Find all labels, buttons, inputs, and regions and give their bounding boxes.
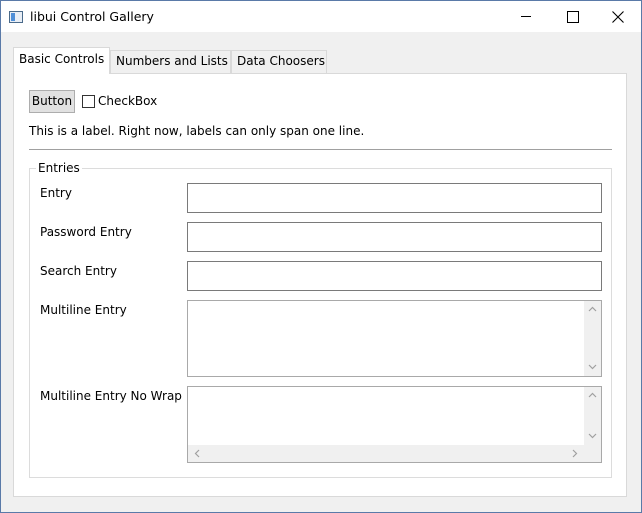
- demo-checkbox[interactable]: [82, 95, 95, 108]
- chevron-up-icon[interactable]: [588, 306, 597, 312]
- tab-basic-controls[interactable]: Basic Controls: [13, 47, 110, 74]
- window-title: libui Control Gallery: [30, 9, 154, 24]
- vertical-scrollbar[interactable]: [584, 301, 601, 376]
- chevron-down-icon[interactable]: [588, 364, 597, 370]
- info-label: This is a label. Right now, labels can o…: [29, 124, 365, 138]
- multiline-nowrap-field[interactable]: [187, 386, 602, 463]
- search-entry-field[interactable]: [187, 261, 602, 291]
- entries-group-title: Entries: [36, 161, 82, 175]
- vertical-scrollbar[interactable]: [584, 387, 601, 445]
- maximize-button[interactable]: [549, 1, 595, 32]
- close-icon: [612, 11, 624, 23]
- checkbox-label[interactable]: CheckBox: [98, 94, 157, 108]
- entry-field[interactable]: [187, 183, 602, 213]
- multiline-entry-field[interactable]: [187, 300, 602, 377]
- tab-label: Data Choosers: [237, 54, 325, 68]
- app-window-icon: [9, 11, 23, 23]
- multiline-nowrap-label: Multiline Entry No Wrap: [40, 389, 182, 403]
- close-button[interactable]: [595, 1, 641, 32]
- chevron-down-icon[interactable]: [588, 433, 597, 439]
- tab-label: Numbers and Lists: [116, 54, 228, 68]
- password-entry-field[interactable]: [187, 222, 602, 252]
- scrollbar-corner: [584, 445, 601, 462]
- horizontal-separator: [29, 149, 612, 150]
- entry-label: Entry: [40, 186, 72, 200]
- app-window: libui Control Gallery Basic Controls Num…: [0, 0, 642, 513]
- search-entry-label: Search Entry: [40, 264, 117, 278]
- chevron-up-icon[interactable]: [588, 392, 597, 398]
- title-bar[interactable]: libui Control Gallery: [1, 1, 641, 32]
- demo-button[interactable]: Button: [29, 90, 75, 113]
- chevron-right-icon[interactable]: [572, 449, 578, 458]
- tab-data-choosers[interactable]: Data Choosers: [231, 50, 327, 73]
- chevron-left-icon[interactable]: [194, 449, 200, 458]
- tab-label: Basic Controls: [19, 52, 105, 66]
- multiline-entry-label: Multiline Entry: [40, 303, 127, 317]
- horizontal-scrollbar[interactable]: [188, 445, 584, 462]
- tab-numbers-and-lists[interactable]: Numbers and Lists: [110, 50, 231, 73]
- password-entry-label: Password Entry: [40, 225, 132, 239]
- minimize-button[interactable]: [503, 1, 549, 32]
